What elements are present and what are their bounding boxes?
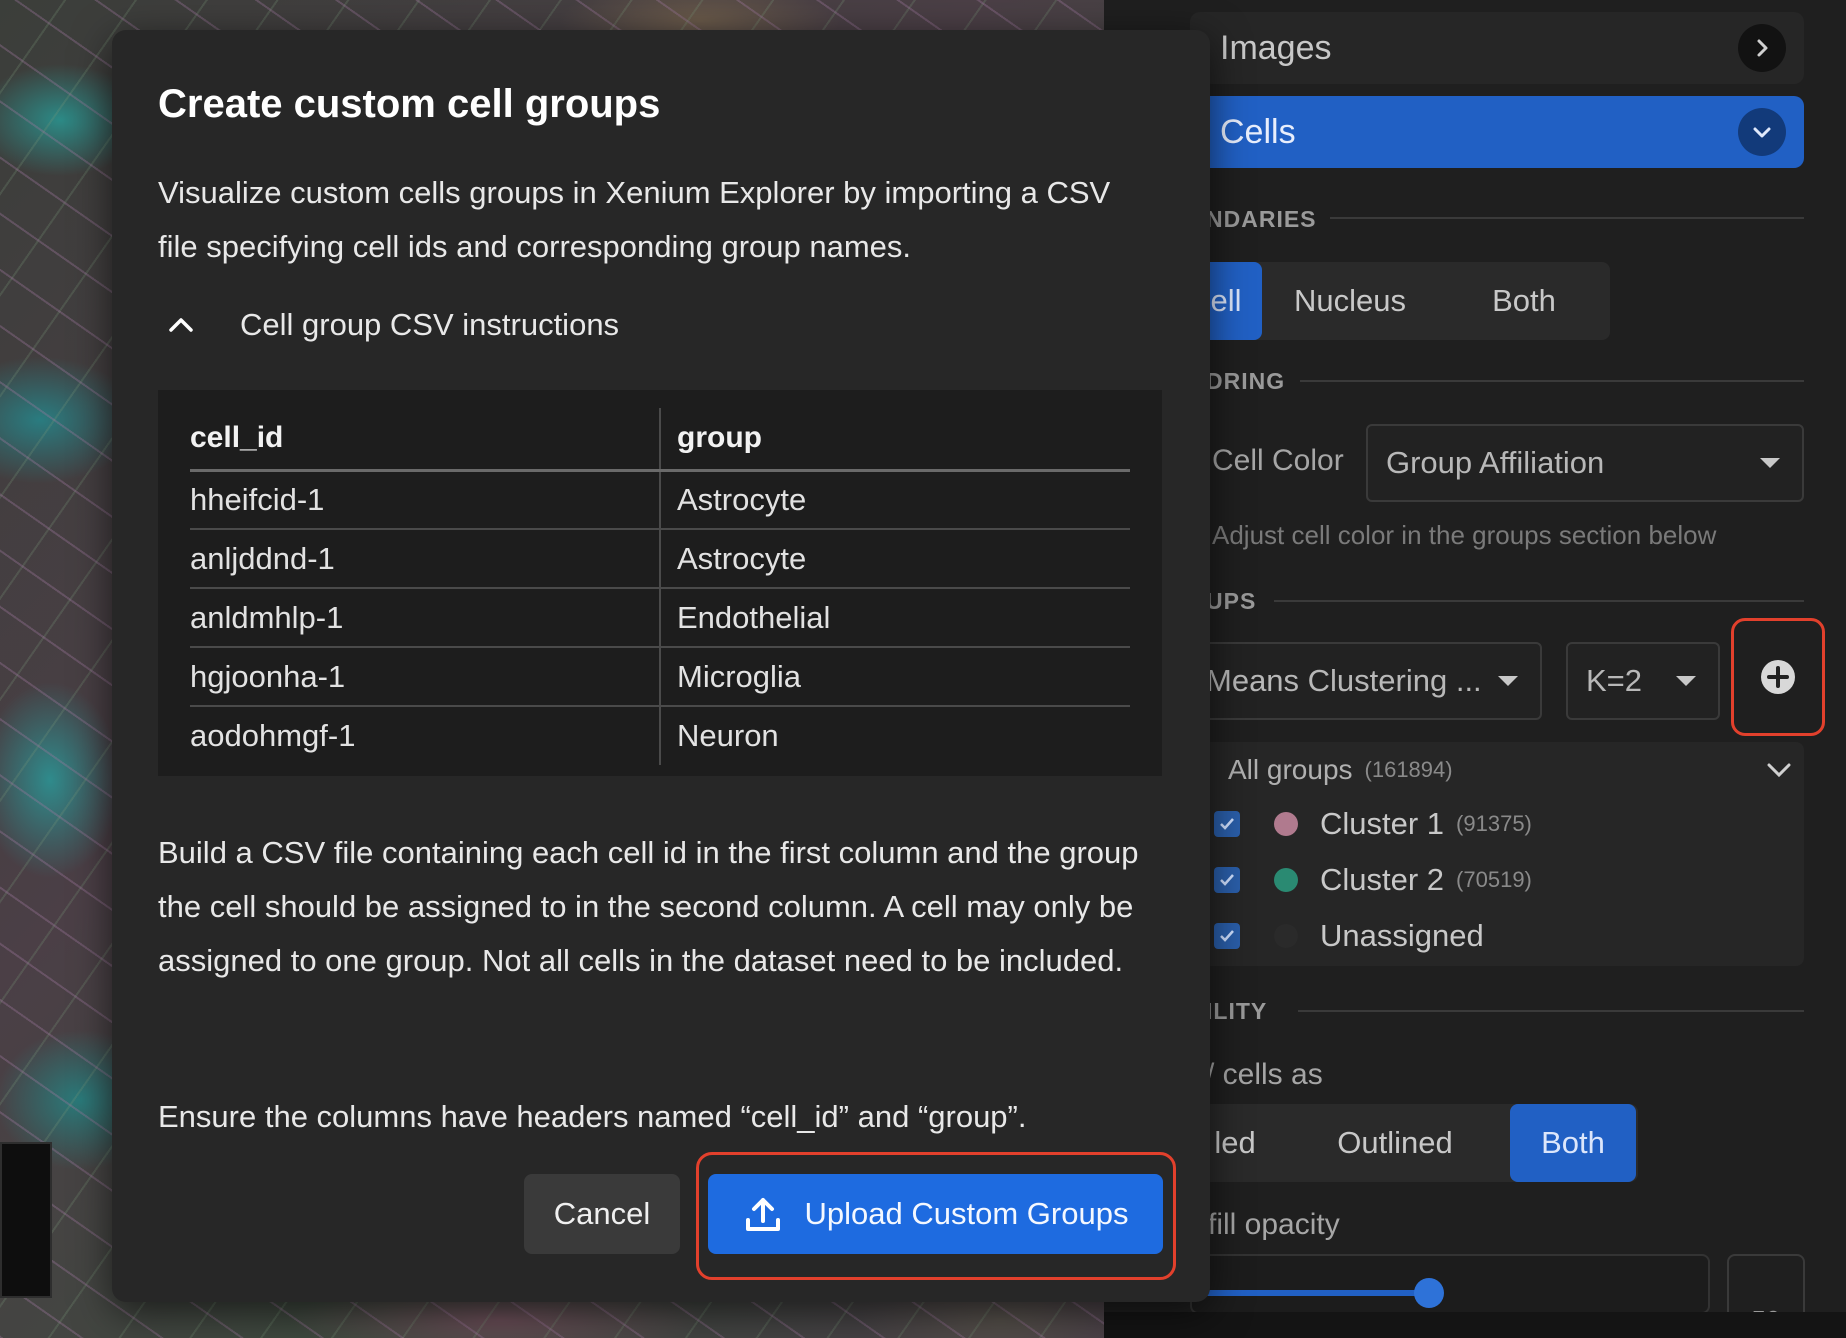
group-name: Microglia bbox=[660, 647, 1130, 707]
opacity-slider[interactable] bbox=[1190, 1254, 1710, 1314]
group-name: Endothelial bbox=[660, 588, 1130, 648]
table-row: anldmhlp-1 Endothelial bbox=[190, 588, 1130, 648]
group-color-dot[interactable] bbox=[1274, 924, 1298, 948]
visibility-heading: ILITY bbox=[1206, 998, 1268, 1024]
csv-instructions-label: Cell group CSV instructions bbox=[240, 307, 620, 342]
group-name: Cluster 1 bbox=[1320, 806, 1445, 841]
group-count: (91375) bbox=[1456, 811, 1532, 836]
cancel-button[interactable]: Cancel bbox=[524, 1174, 680, 1254]
all-groups-count: (161894) bbox=[1364, 757, 1453, 782]
display-option-both[interactable]: Both bbox=[1510, 1104, 1636, 1182]
group-color-dot[interactable] bbox=[1274, 812, 1298, 836]
plus-circle-icon bbox=[1761, 660, 1795, 694]
checkbox[interactable] bbox=[1214, 867, 1240, 893]
opacity-slider-handle[interactable] bbox=[1414, 1278, 1444, 1308]
modal-title: Create custom cell groups bbox=[158, 82, 661, 126]
fill-opacity-label: fill opacity bbox=[1208, 1208, 1340, 1241]
caret-down-icon bbox=[1760, 458, 1780, 468]
clustering-select[interactable]: Means Clustering ... bbox=[1190, 642, 1542, 720]
upload-button-label: Upload Custom Groups bbox=[804, 1196, 1129, 1231]
cell-id: aodohmgf-1 bbox=[190, 706, 661, 765]
section-images-label: Images bbox=[1220, 28, 1332, 67]
divider bbox=[1274, 600, 1804, 602]
caret-down-icon bbox=[1498, 676, 1518, 686]
minimap-thumbnail[interactable] bbox=[0, 1142, 52, 1298]
all-groups-label: All groups bbox=[1228, 754, 1353, 785]
group-name: Astrocyte bbox=[660, 529, 1130, 589]
divider bbox=[1298, 1010, 1804, 1012]
chevron-up-icon bbox=[168, 315, 218, 335]
boundary-option-both[interactable]: Both bbox=[1438, 262, 1610, 340]
k-value: K=2 bbox=[1586, 663, 1643, 698]
chevron-down-icon[interactable] bbox=[1764, 755, 1794, 785]
divider bbox=[1330, 217, 1804, 219]
upload-icon bbox=[743, 1194, 783, 1234]
section-cells-label: Cells bbox=[1220, 112, 1296, 151]
cell-id: hheifcid-1 bbox=[190, 470, 661, 530]
group-name: Astrocyte bbox=[660, 470, 1130, 530]
cell-color-hint: Adjust cell color in the groups section … bbox=[1212, 520, 1717, 550]
caret-down-icon bbox=[1676, 676, 1696, 686]
cell-id: anljddnd-1 bbox=[190, 529, 661, 589]
chevron-down-icon[interactable] bbox=[1738, 108, 1786, 156]
coloring-heading: DRING bbox=[1206, 368, 1286, 394]
clustering-value: Means Clustering ... bbox=[1206, 663, 1482, 698]
display-segmented-control: led Outlined Both bbox=[1190, 1104, 1638, 1182]
boundaries-heading: NDARIES bbox=[1206, 206, 1317, 232]
cell-color-label: Cell Color bbox=[1212, 444, 1344, 477]
display-option-outlined[interactable]: Outlined bbox=[1280, 1104, 1510, 1182]
group-row-cluster-1[interactable]: Cluster 1 (91375) bbox=[1190, 798, 1532, 850]
column-header-group: group bbox=[660, 408, 1130, 472]
modal-body-text: Build a CSV file containing each cell id… bbox=[158, 835, 1139, 978]
modal-ensure-text: Ensure the columns have headers named “c… bbox=[158, 1099, 1027, 1134]
checkbox[interactable] bbox=[1214, 923, 1240, 949]
group-name: Cluster 2 bbox=[1320, 862, 1445, 897]
group-count: (70519) bbox=[1456, 867, 1532, 892]
groups-heading: UPS bbox=[1206, 588, 1257, 614]
cell-id: hgjoonha-1 bbox=[190, 647, 661, 707]
table-row: hgjoonha-1 Microglia bbox=[190, 647, 1130, 707]
add-group-button[interactable] bbox=[1731, 618, 1825, 736]
upload-custom-groups-button[interactable]: Upload Custom Groups bbox=[708, 1174, 1163, 1254]
opacity-slider-fill bbox=[1190, 1290, 1430, 1296]
panel-bottom-bar bbox=[1104, 1312, 1846, 1338]
table-header-row: cell_id group bbox=[190, 408, 1130, 472]
column-header-cell-id: cell_id bbox=[190, 408, 661, 472]
cell-id: anldmhlp-1 bbox=[190, 588, 661, 648]
group-name: Unassigned bbox=[1320, 918, 1484, 953]
table-row: aodohmgf-1 Neuron bbox=[190, 706, 1130, 765]
k-select[interactable]: K=2 bbox=[1566, 642, 1720, 720]
boundary-option-nucleus[interactable]: Nucleus bbox=[1262, 262, 1438, 340]
group-row-unassigned[interactable]: Unassigned bbox=[1190, 910, 1484, 962]
group-color-dot[interactable] bbox=[1274, 868, 1298, 892]
modal-description: Visualize custom cells groups in Xenium … bbox=[158, 175, 1111, 264]
table-row: anljddnd-1 Astrocyte bbox=[190, 529, 1130, 589]
csv-example-table: cell_id group hheifcid-1 Astrocyte anljd… bbox=[190, 408, 1130, 765]
chevron-right-icon[interactable] bbox=[1738, 24, 1786, 72]
boundary-segmented-control: ell Nucleus Both bbox=[1190, 262, 1610, 340]
group-name: Neuron bbox=[677, 718, 779, 753]
section-cells[interactable]: Cells bbox=[1190, 96, 1804, 168]
all-groups-row[interactable]: All groups (161894) bbox=[1190, 742, 1804, 798]
display-label: / cells as bbox=[1206, 1058, 1323, 1091]
divider bbox=[1300, 380, 1804, 382]
section-images[interactable]: Images bbox=[1190, 12, 1804, 84]
csv-instructions-toggle[interactable]: Cell group CSV instructions bbox=[158, 300, 619, 350]
cell-color-select[interactable]: Group Affiliation bbox=[1366, 424, 1804, 502]
table-row: hheifcid-1 Astrocyte bbox=[190, 470, 1130, 530]
cell-color-value: Group Affiliation bbox=[1386, 445, 1605, 480]
checkbox[interactable] bbox=[1214, 811, 1240, 837]
group-row-cluster-2[interactable]: Cluster 2 (70519) bbox=[1190, 854, 1532, 906]
app-viewport: Images Cells NDARIES ell Nucleus Both DR… bbox=[0, 0, 1846, 1338]
